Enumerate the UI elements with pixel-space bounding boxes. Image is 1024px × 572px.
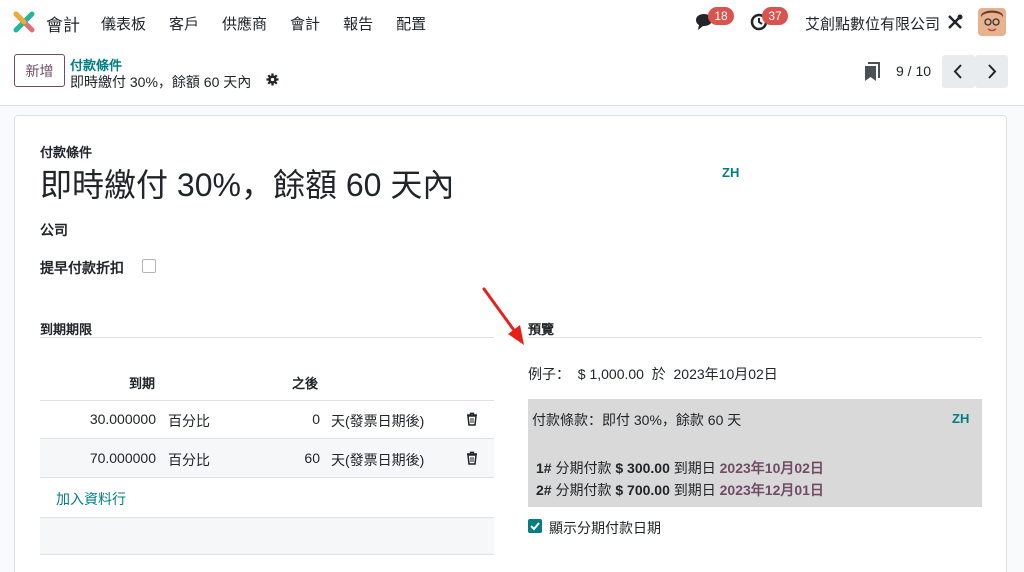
pager-next-button[interactable] bbox=[975, 55, 1008, 88]
bookmark-icon[interactable] bbox=[864, 62, 880, 82]
chevron-right-icon bbox=[988, 64, 997, 79]
preview-term-title: 付款條款：即付 30%，餘款 60 天 bbox=[532, 412, 742, 428]
menu-dashboard[interactable]: 儀表板 bbox=[101, 13, 146, 34]
pager-value[interactable]: 9 / 10 bbox=[896, 63, 931, 79]
cell-days[interactable]: 0 bbox=[312, 411, 320, 427]
section-divider bbox=[528, 337, 982, 338]
main-menu: 儀表板 客戶 供應商 會計 報告 配置 bbox=[101, 13, 449, 34]
menu-configuration[interactable]: 配置 bbox=[396, 13, 426, 34]
breadcrumb-current: 即時繳付 30%，餘額 60 天內 bbox=[70, 74, 252, 90]
cell-value-type[interactable]: 百分比 bbox=[168, 450, 210, 470]
menu-customers[interactable]: 客戶 bbox=[169, 13, 199, 34]
cell-value[interactable]: 70.000000 bbox=[90, 450, 156, 466]
installment-line: 1# 分期付款 $ 300.00 到期日 2023年10月02日 bbox=[536, 460, 824, 476]
preview-example: 例子： $ 1,000.00 於 2023年10月02日 bbox=[528, 366, 778, 382]
early-discount-checkbox[interactable] bbox=[142, 259, 156, 273]
menu-accounting[interactable]: 會計 bbox=[290, 13, 320, 34]
accounting-app-icon[interactable] bbox=[13, 11, 35, 33]
cell-days[interactable]: 60 bbox=[304, 450, 320, 466]
menu-vendors[interactable]: 供應商 bbox=[222, 13, 267, 34]
translate-button[interactable]: ZH bbox=[722, 165, 739, 180]
gear-icon[interactable] bbox=[266, 73, 279, 86]
new-button[interactable]: 新增 bbox=[14, 54, 65, 87]
table-row[interactable]: 70.000000 百分比 60 天(發票日期後) bbox=[40, 439, 494, 477]
menu-reporting[interactable]: 報告 bbox=[343, 13, 373, 34]
check-icon bbox=[530, 522, 540, 531]
cell-value[interactable]: 30.000000 bbox=[90, 411, 156, 427]
add-line-link[interactable]: 加入資料行 bbox=[56, 489, 126, 509]
cell-option[interactable]: 天(發票日期後) bbox=[331, 450, 424, 470]
pager-previous-button[interactable] bbox=[942, 55, 975, 88]
chevron-left-icon bbox=[953, 64, 962, 79]
column-header-due[interactable]: 到期 bbox=[129, 373, 155, 392]
trash-icon[interactable] bbox=[466, 451, 478, 465]
top-navbar: 會計 儀表板 客戶 供應商 會計 報告 配置 18 37 艾創點數位有限公司 bbox=[0, 0, 1024, 44]
app-name[interactable]: 會計 bbox=[46, 11, 80, 36]
table-footer bbox=[40, 517, 494, 555]
company-label: 公司 bbox=[40, 222, 68, 238]
activities-badge: 37 bbox=[762, 7, 788, 25]
payment-term-name[interactable]: 即時繳付 30%，餘額 60 天內 bbox=[40, 160, 454, 206]
preview-section-title: 預覽 bbox=[528, 322, 555, 337]
name-label: 付款條件 bbox=[40, 145, 93, 160]
show-installment-dates-label[interactable]: 顯示分期付款日期 bbox=[549, 518, 661, 538]
preview-box: 付款條款：即付 30%，餘款 60 天 ZH 1# 分期付款 $ 300.00 … bbox=[528, 399, 982, 507]
company-switcher[interactable]: 艾創點數位有限公司 bbox=[805, 13, 940, 34]
installment-line: 2# 分期付款 $ 700.00 到期日 2023年12月01日 bbox=[536, 482, 824, 498]
cell-option[interactable]: 天(發票日期後) bbox=[331, 411, 424, 431]
show-installment-dates-checkbox[interactable] bbox=[528, 519, 542, 533]
column-header-after[interactable]: 之後 bbox=[292, 373, 318, 392]
annotation-arrow-icon bbox=[482, 287, 524, 345]
debug-tools-icon[interactable] bbox=[946, 13, 964, 31]
user-avatar[interactable] bbox=[978, 8, 1006, 36]
preview-translate-button[interactable]: ZH bbox=[952, 411, 969, 426]
control-panel: 新增 付款條件 即時繳付 30%，餘額 60 天內 9 / 10 bbox=[0, 44, 1024, 106]
table-divider bbox=[40, 477, 494, 478]
early-discount-label: 提早付款折扣 bbox=[40, 260, 124, 276]
messages-badge: 18 bbox=[708, 7, 734, 25]
table-row[interactable]: 30.000000 百分比 0 天(發票日期後) bbox=[40, 400, 494, 438]
trash-icon[interactable] bbox=[466, 412, 478, 426]
terms-section-title: 到期期限 bbox=[40, 322, 93, 337]
section-divider bbox=[40, 337, 494, 338]
cell-value-type[interactable]: 百分比 bbox=[168, 411, 210, 431]
